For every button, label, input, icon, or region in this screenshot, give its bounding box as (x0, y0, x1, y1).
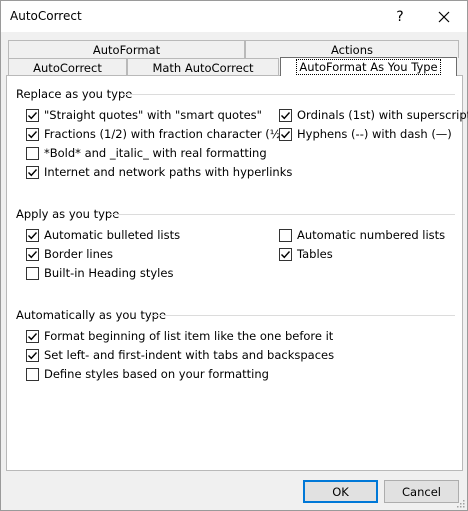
section-divider (151, 315, 455, 316)
checkbox-label: Fractions (1/2) with fraction character … (44, 127, 286, 141)
help-button[interactable]: ? (383, 1, 417, 32)
autocorrect-dialog: AutoCorrect ? AutoFormat Actions AutoCor… (0, 0, 468, 511)
checkbox-label: Automatic numbered lists (297, 228, 446, 242)
tab-autoformat-label: AutoFormat (92, 42, 161, 57)
tab-autocorrect[interactable]: AutoCorrect (8, 58, 127, 76)
checkbox-label: Hyphens (--) with dash (—) (297, 127, 452, 141)
checkbox-box[interactable] (26, 266, 39, 280)
checkbox-tables[interactable]: Tables (279, 246, 333, 262)
checkmark-icon (281, 111, 291, 119)
checkbox-label: *Bold* and _italic_ with real formatting (44, 146, 267, 160)
checkbox-define-styles[interactable]: Define styles based on your formatting (26, 366, 269, 382)
tab-math-autocorrect[interactable]: Math AutoCorrect (127, 58, 279, 76)
checkbox-box[interactable] (26, 146, 39, 160)
help-icon: ? (396, 8, 404, 25)
checkbox-label: Border lines (44, 247, 113, 261)
checkmark-icon (28, 130, 38, 138)
checkbox-label: Tables (297, 247, 333, 261)
checkmark-icon (28, 231, 38, 239)
checkbox-box[interactable] (26, 108, 39, 122)
close-button[interactable] (427, 1, 461, 32)
checkbox-format-list-item[interactable]: Format beginning of list item like the o… (26, 328, 333, 344)
checkbox-hyperlinks[interactable]: Internet and network paths with hyperlin… (26, 164, 292, 180)
cancel-button[interactable]: Cancel (384, 480, 459, 503)
checkmark-icon (281, 130, 291, 138)
section-title-automatically: Automatically as you type (16, 308, 167, 322)
tab-autocorrect-label: AutoCorrect (33, 60, 102, 75)
checkbox-box[interactable] (26, 348, 39, 362)
checkbox-label: Set left- and first-indent with tabs and… (44, 348, 335, 362)
checkbox-label: Automatic bulleted lists (44, 228, 181, 242)
checkbox-box[interactable] (26, 228, 39, 242)
section-divider (109, 214, 455, 215)
section-divider (123, 94, 455, 95)
checkbox-box[interactable] (279, 108, 292, 122)
checkbox-box[interactable] (279, 228, 292, 242)
checkbox-bold-italic[interactable]: *Bold* and _italic_ with real formatting (26, 145, 267, 161)
checkbox-box[interactable] (26, 247, 39, 261)
checkmark-icon (28, 250, 38, 258)
checkbox-box[interactable] (26, 329, 39, 343)
checkbox-label: Internet and network paths with hyperlin… (44, 165, 293, 179)
checkbox-box[interactable] (26, 165, 39, 179)
checkbox-box[interactable] (279, 247, 292, 261)
tab-actions-label: Actions (330, 42, 373, 57)
checkbox-label: Built-in Heading styles (44, 266, 174, 280)
checkbox-box[interactable] (26, 367, 39, 381)
checkmark-icon (281, 250, 291, 258)
checkbox-heading-styles[interactable]: Built-in Heading styles (26, 265, 173, 281)
checkbox-box[interactable] (26, 127, 39, 141)
checkmark-icon (28, 111, 38, 119)
checkbox-label: Ordinals (1st) with superscript (297, 108, 468, 122)
checkmark-icon (28, 351, 38, 359)
checkmark-icon (28, 332, 38, 340)
tab-math-autocorrect-label: Math AutoCorrect (152, 60, 254, 75)
checkbox-border-lines[interactable]: Border lines (26, 246, 113, 262)
checkbox-smart-quotes[interactable]: "Straight quotes" with "smart quotes" (26, 107, 262, 123)
checkbox-hyphens[interactable]: Hyphens (--) with dash (—) (279, 126, 452, 142)
tab-actions[interactable]: Actions (245, 40, 459, 58)
resize-grip-icon[interactable] (455, 498, 465, 508)
ok-button[interactable]: OK (303, 480, 378, 503)
section-title-replace: Replace as you type (16, 87, 133, 101)
window-title: AutoCorrect (10, 9, 82, 23)
section-title-apply: Apply as you type (16, 207, 120, 221)
checkbox-bulleted-lists[interactable]: Automatic bulleted lists (26, 227, 180, 243)
checkbox-ordinals[interactable]: Ordinals (1st) with superscript (279, 107, 468, 123)
checkbox-fractions[interactable]: Fractions (1/2) with fraction character … (26, 126, 285, 142)
tab-autoformat[interactable]: AutoFormat (8, 40, 245, 58)
checkbox-label: Format beginning of list item like the o… (44, 329, 334, 343)
checkbox-box[interactable] (279, 127, 292, 141)
checkmark-icon (28, 168, 38, 176)
checkbox-numbered-lists[interactable]: Automatic numbered lists (279, 227, 445, 243)
checkbox-label: "Straight quotes" with "smart quotes" (44, 108, 262, 122)
close-icon (438, 11, 450, 22)
tab-autoformat-as-you-type-label: AutoFormat As You Type (296, 59, 441, 75)
tab-autoformat-as-you-type[interactable]: AutoFormat As You Type (280, 57, 457, 76)
checkbox-label: Define styles based on your formatting (44, 367, 269, 381)
checkbox-indent-tabs[interactable]: Set left- and first-indent with tabs and… (26, 347, 334, 363)
title-bar: AutoCorrect ? (1, 1, 467, 32)
